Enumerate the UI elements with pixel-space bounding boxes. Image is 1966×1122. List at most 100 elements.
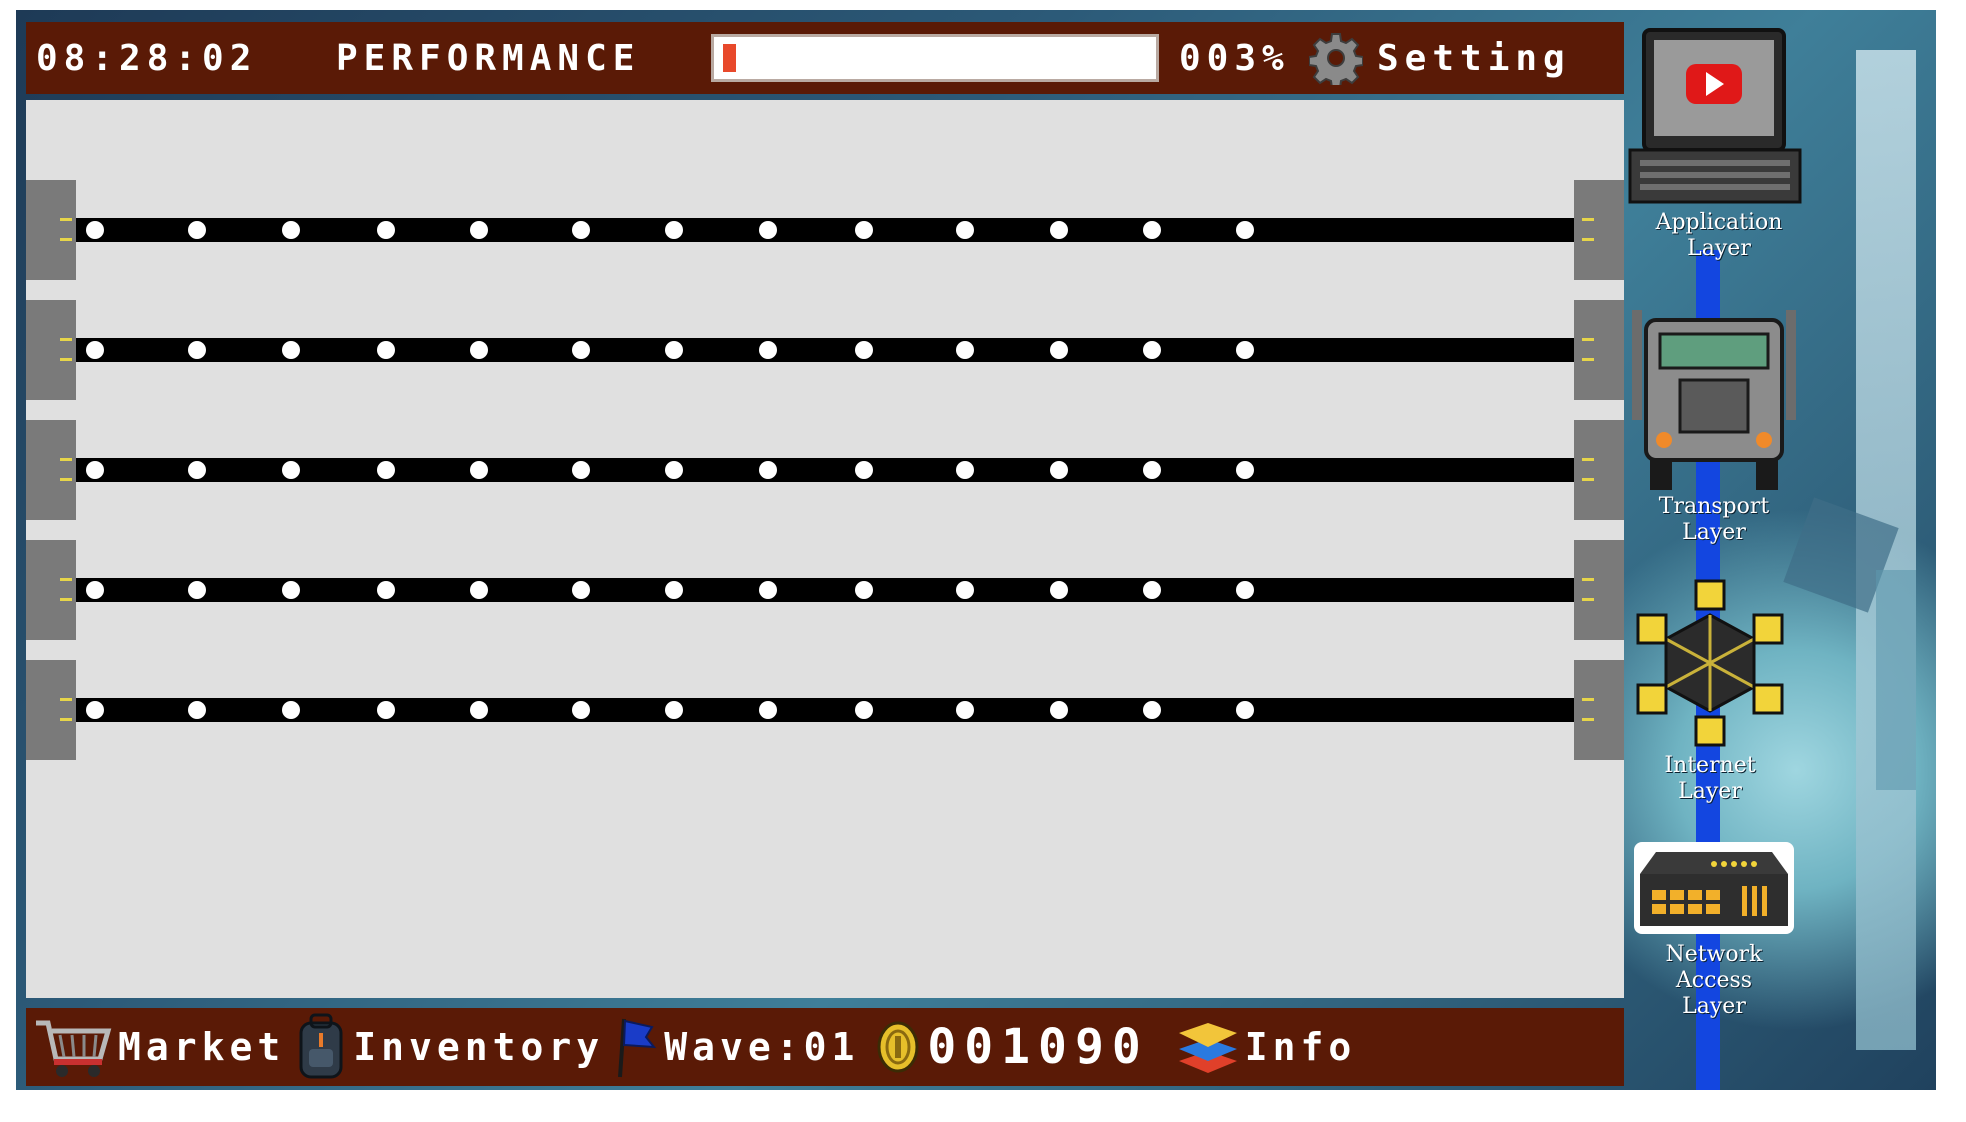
placement-slot[interactable] — [1143, 341, 1161, 359]
placement-slot[interactable] — [470, 221, 488, 239]
placement-slot[interactable] — [282, 461, 300, 479]
transport-layer-card[interactable]: Transport Layer — [1624, 290, 1804, 546]
placement-slot[interactable] — [377, 341, 395, 359]
port-marker — [60, 218, 72, 221]
lane[interactable] — [26, 300, 1624, 400]
info-button[interactable]: Info — [1177, 1019, 1357, 1075]
placement-slot[interactable] — [282, 341, 300, 359]
placement-slot[interactable] — [1236, 701, 1254, 719]
application-layer-card[interactable]: Application Layer — [1624, 26, 1814, 262]
router-icon — [1634, 842, 1794, 934]
placement-slot[interactable] — [377, 221, 395, 239]
placement-slot[interactable] — [188, 461, 206, 479]
game-board[interactable] — [26, 100, 1624, 998]
port-marker — [60, 238, 72, 241]
placement-slot[interactable] — [1143, 581, 1161, 599]
settings-button[interactable]: Setting — [1377, 38, 1571, 79]
internet-layer-label: Internet Layer — [1664, 753, 1756, 804]
placement-slot[interactable] — [759, 221, 777, 239]
lane[interactable] — [26, 180, 1624, 280]
placement-slot[interactable] — [572, 581, 590, 599]
placement-slot[interactable] — [470, 461, 488, 479]
placement-slot[interactable] — [759, 581, 777, 599]
port-marker — [1582, 358, 1594, 361]
placement-slot[interactable] — [759, 701, 777, 719]
placement-slot[interactable] — [665, 701, 683, 719]
performance-bar — [711, 34, 1159, 82]
placement-slot[interactable] — [665, 581, 683, 599]
flag-icon — [618, 1015, 658, 1079]
placement-slot[interactable] — [377, 461, 395, 479]
placement-slot[interactable] — [470, 701, 488, 719]
placement-slot[interactable] — [665, 221, 683, 239]
placement-slot[interactable] — [86, 701, 104, 719]
lane-left-port — [26, 300, 76, 400]
placement-slot[interactable] — [188, 221, 206, 239]
lane[interactable] — [26, 660, 1624, 760]
market-button[interactable]: Market — [32, 1015, 285, 1079]
placement-slot[interactable] — [1143, 701, 1161, 719]
placement-slot[interactable] — [855, 341, 873, 359]
placement-slot[interactable] — [1236, 341, 1254, 359]
placement-slot[interactable] — [855, 701, 873, 719]
network-access-layer-card[interactable]: Network Access Layer — [1624, 838, 1804, 1020]
computer-monitor-icon — [1628, 28, 1802, 204]
placement-slot[interactable] — [188, 341, 206, 359]
placement-slot[interactable] — [1143, 221, 1161, 239]
lane-wire — [76, 698, 1574, 722]
placement-slot[interactable] — [1236, 221, 1254, 239]
placement-slot[interactable] — [956, 581, 974, 599]
placement-slot[interactable] — [956, 701, 974, 719]
placement-slot[interactable] — [956, 461, 974, 479]
placement-slot[interactable] — [188, 701, 206, 719]
placement-slot[interactable] — [188, 581, 206, 599]
port-marker — [60, 358, 72, 361]
placement-slot[interactable] — [282, 701, 300, 719]
port-marker — [1582, 238, 1594, 241]
placement-slot[interactable] — [855, 221, 873, 239]
lane[interactable] — [26, 420, 1624, 520]
placement-slot[interactable] — [1050, 461, 1068, 479]
placement-slot[interactable] — [86, 461, 104, 479]
placement-slot[interactable] — [470, 341, 488, 359]
port-marker — [60, 698, 72, 701]
placement-slot[interactable] — [572, 701, 590, 719]
placement-slot[interactable] — [377, 701, 395, 719]
placement-slot[interactable] — [1050, 701, 1068, 719]
placement-slot[interactable] — [572, 221, 590, 239]
placement-slot[interactable] — [855, 461, 873, 479]
placement-slot[interactable] — [855, 581, 873, 599]
placement-slot[interactable] — [1236, 461, 1254, 479]
placement-slot[interactable] — [86, 581, 104, 599]
port-marker — [1582, 218, 1594, 221]
internet-layer-card[interactable]: Internet Layer — [1624, 575, 1796, 805]
placement-slot[interactable] — [1050, 581, 1068, 599]
placement-slot[interactable] — [572, 461, 590, 479]
lane[interactable] — [26, 540, 1624, 640]
placement-slot[interactable] — [377, 581, 395, 599]
performance-bar-fill — [723, 44, 736, 72]
placement-slot[interactable] — [1236, 581, 1254, 599]
placement-slot[interactable] — [956, 341, 974, 359]
coin-counter: 001090 — [875, 1019, 1148, 1075]
placement-slot[interactable] — [759, 461, 777, 479]
placement-slot[interactable] — [572, 341, 590, 359]
placement-slot[interactable] — [759, 341, 777, 359]
placement-slot[interactable] — [1143, 461, 1161, 479]
placement-slot[interactable] — [665, 461, 683, 479]
placement-slot[interactable] — [86, 341, 104, 359]
placement-slot[interactable] — [86, 221, 104, 239]
port-marker — [1582, 458, 1594, 461]
port-marker — [60, 598, 72, 601]
placement-slot[interactable] — [282, 581, 300, 599]
gear-icon[interactable] — [1309, 31, 1363, 85]
placement-slot[interactable] — [1050, 341, 1068, 359]
port-marker — [60, 458, 72, 461]
placement-slot[interactable] — [956, 221, 974, 239]
placement-slot[interactable] — [282, 221, 300, 239]
port-marker — [1582, 718, 1594, 721]
placement-slot[interactable] — [470, 581, 488, 599]
inventory-button[interactable]: Inventory — [295, 1013, 604, 1081]
placement-slot[interactable] — [665, 341, 683, 359]
placement-slot[interactable] — [1050, 221, 1068, 239]
